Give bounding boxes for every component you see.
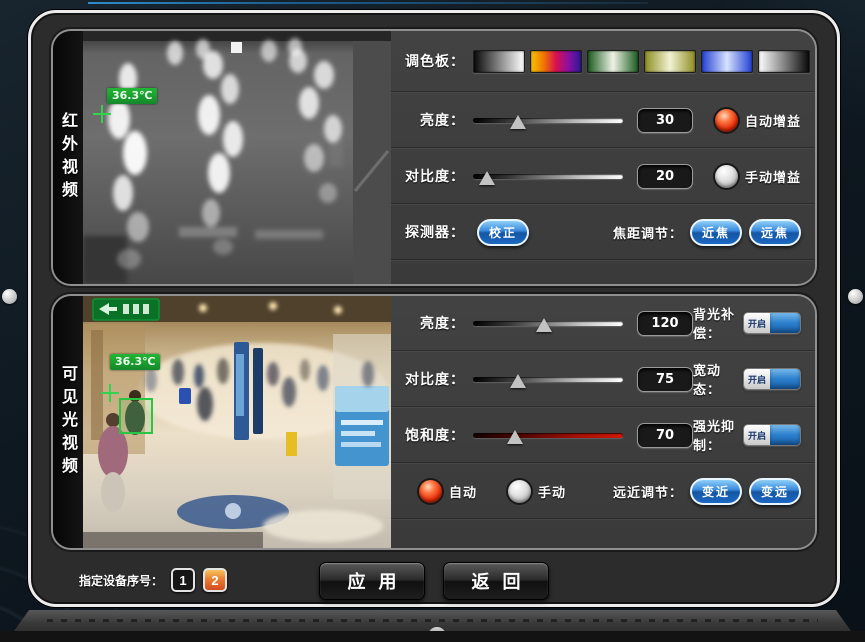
visible-title-strip: 可见光视频 [53, 296, 83, 548]
toggle-knob [770, 369, 800, 389]
palette-swatch-ironbow[interactable] [530, 50, 582, 73]
apply-button[interactable]: 应 用 [319, 562, 425, 600]
slider-track[interactable] [473, 118, 623, 123]
wide-dynamic-label: 宽动态： [693, 360, 736, 398]
palette-swatches [473, 50, 810, 73]
bezel-base-shadow [0, 631, 865, 642]
visible-crosshair-icon [101, 384, 119, 402]
toggle-knob [770, 425, 800, 445]
ir-brightness-value[interactable]: 30 [637, 108, 693, 133]
vis-contrast-row: 对比度： 75 宽动态： 开启 [391, 352, 815, 406]
vis-brightness-row: 亮度： 120 背光补偿： 开启 [391, 296, 815, 350]
infrared-video-feed[interactable]: 36.3℃ [83, 31, 391, 284]
auto-mode-label: 自动 [449, 482, 477, 501]
manual-mode-label: 手动 [538, 482, 566, 501]
visible-controls: 亮度： 120 背光补偿： 开启 [391, 296, 815, 548]
highlight-suppress-label: 强光抑制： [693, 416, 736, 454]
device-number-label: 指定设备序号： [79, 572, 163, 589]
auto-gain-label: 自动增益 [745, 111, 801, 130]
palette-swatch-white-hot-grayscale[interactable] [473, 50, 525, 73]
main-bezel-panel: 红外视频 [28, 10, 840, 607]
vis-brightness-label: 亮度： [401, 313, 465, 333]
ir-contrast-label: 对比度： [401, 166, 465, 186]
vis-contrast-slider[interactable] [473, 364, 623, 394]
thermal-temperature-label: 36.3℃ [107, 88, 157, 104]
far-focus-button[interactable]: 远焦 [749, 219, 801, 246]
palette-swatch-blue[interactable] [701, 50, 753, 73]
ir-brightness-row: 亮度： 30 自动增益 [391, 93, 815, 147]
palette-row: 调色板： [391, 31, 815, 91]
top-accent-line [88, 2, 648, 4]
auto-gain-radio[interactable] [715, 109, 738, 132]
visible-video-feed[interactable]: 36.3℃ [83, 296, 391, 548]
backlight-comp-label: 背光补偿： [693, 304, 736, 342]
near-focus-button[interactable]: 近焦 [690, 219, 742, 246]
ir-contrast-row: 对比度： 20 手动增益 [391, 149, 815, 203]
vis-saturation-row: 饱和度： 70 强光抑制： 开启 [391, 408, 815, 462]
right-edge-handle[interactable] [848, 289, 863, 304]
manual-mode-radio[interactable] [508, 480, 531, 503]
infrared-section-title: 红外视频 [56, 112, 80, 204]
slider-thumb[interactable] [479, 171, 495, 185]
wide-dynamic-toggle[interactable]: 开启 [743, 368, 801, 390]
device-select-group: 指定设备序号： 1 2 [79, 568, 227, 592]
zoom-adjust-label: 远近调节： [613, 482, 683, 501]
manual-gain-radio[interactable] [715, 165, 738, 188]
ir-contrast-slider[interactable] [473, 161, 623, 191]
slider-track[interactable] [473, 377, 623, 382]
vis-saturation-slider[interactable] [473, 420, 623, 450]
auto-mode-radio[interactable] [419, 480, 442, 503]
infrared-title-strip: 红外视频 [53, 31, 83, 284]
slider-track[interactable] [473, 174, 623, 179]
vis-brightness-slider[interactable] [473, 308, 623, 338]
thermal-crosshair-icon [93, 105, 111, 123]
slider-thumb[interactable] [536, 318, 552, 332]
ir-brightness-label: 亮度： [401, 110, 465, 130]
palette-label: 调色板： [401, 51, 465, 71]
slider-thumb[interactable] [507, 430, 523, 444]
ir-brightness-slider[interactable] [473, 105, 623, 135]
toggle-state-label: 开启 [744, 425, 770, 445]
back-button[interactable]: 返 回 [443, 562, 549, 600]
toggle-state-label: 开启 [744, 313, 770, 333]
palette-swatch-yellow-green[interactable] [644, 50, 696, 73]
vis-saturation-value[interactable]: 70 [637, 423, 693, 448]
infrared-video-section: 红外视频 [51, 29, 817, 286]
vis-contrast-value[interactable]: 75 [637, 367, 693, 392]
person-detection-box [119, 398, 153, 434]
action-buttons: 应 用 返 回 [319, 562, 549, 600]
slider-track-red[interactable] [473, 433, 623, 438]
visible-video-section: 可见光视频 [51, 294, 817, 550]
slider-thumb[interactable] [510, 115, 526, 129]
vis-brightness-value[interactable]: 120 [637, 311, 693, 336]
vis-saturation-label: 饱和度： [401, 425, 465, 445]
thermal-scene-art [83, 31, 391, 284]
vis-contrast-label: 对比度： [401, 369, 465, 389]
backlight-comp-toggle[interactable]: 开启 [743, 312, 801, 334]
manual-gain-label: 手动增益 [745, 167, 801, 186]
detector-focus-row: 探测器： 校正 焦距调节： 近焦 远焦 [391, 205, 815, 259]
toggle-state-label: 开启 [744, 369, 770, 389]
infrared-controls: 调色板： 亮度： 30 自动增益 [391, 31, 815, 284]
device-1-button[interactable]: 1 [171, 568, 195, 592]
toggle-knob [770, 313, 800, 333]
detector-label: 探测器： [401, 222, 465, 242]
zoom-near-button[interactable]: 变近 [690, 478, 742, 505]
footer-bar: 指定设备序号： 1 2 应 用 返 回 [31, 554, 837, 610]
visible-section-title: 可见光视频 [56, 365, 80, 480]
highlight-suppress-toggle[interactable]: 开启 [743, 424, 801, 446]
palette-swatch-green[interactable] [587, 50, 639, 73]
device-2-button[interactable]: 2 [203, 568, 227, 592]
calibrate-button[interactable]: 校正 [477, 219, 529, 246]
visible-temperature-label: 36.3℃ [110, 354, 160, 370]
left-edge-handle[interactable] [2, 289, 17, 304]
focus-adjust-label: 焦距调节： [613, 223, 683, 242]
palette-swatch-black-hot-grayscale[interactable] [758, 50, 810, 73]
slider-thumb[interactable] [510, 374, 526, 388]
zoom-far-button[interactable]: 变远 [749, 478, 801, 505]
ir-contrast-value[interactable]: 20 [637, 164, 693, 189]
mode-zoom-row: 自动 手动 远近调节： 变近 变远 [391, 464, 815, 518]
device-control-screen: 红外视频 [0, 0, 865, 642]
